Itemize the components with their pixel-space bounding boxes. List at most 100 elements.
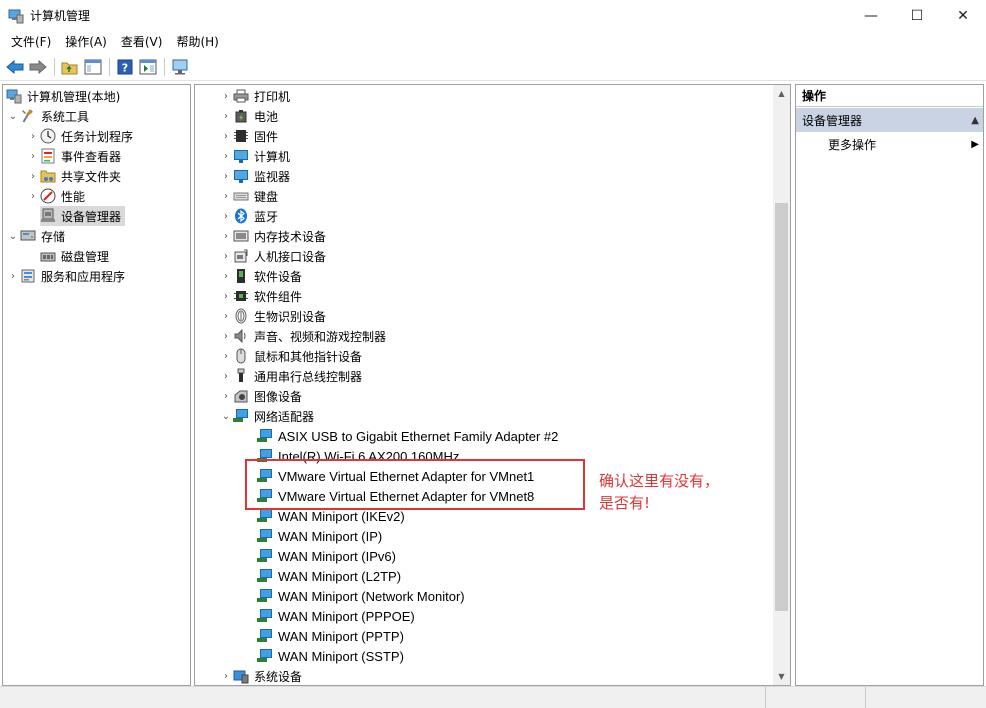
- computer-icon: [233, 148, 249, 164]
- tools-icon: [20, 108, 36, 124]
- device-category-firmware[interactable]: › 固件: [219, 126, 278, 146]
- menu-view[interactable]: 查看(V): [114, 31, 170, 54]
- software-component-icon: [233, 288, 249, 304]
- chevron-right-icon[interactable]: ›: [219, 246, 233, 266]
- chevron-right-icon[interactable]: ›: [26, 146, 40, 166]
- device-category-mouse[interactable]: › 鼠标和其他指针设备: [219, 346, 362, 366]
- device-category-computer[interactable]: › 计算机: [219, 146, 290, 166]
- show-hide-tree-icon[interactable]: [82, 56, 104, 78]
- chevron-right-icon[interactable]: ›: [219, 166, 233, 186]
- shared-folder-icon: [40, 168, 56, 184]
- tree-item-storage[interactable]: ⌄ 存储: [6, 226, 65, 246]
- show-hide-action-pane-icon[interactable]: [137, 56, 159, 78]
- tree-item-device-manager-selection[interactable]: 设备管理器: [40, 206, 126, 226]
- close-button[interactable]: ✕: [940, 0, 986, 31]
- hid-icon: [233, 248, 249, 264]
- more-actions-item[interactable]: 更多操作 ▶: [796, 132, 983, 156]
- menu-file[interactable]: 文件(F): [4, 31, 58, 54]
- network-adapter-icon: [257, 608, 273, 624]
- scrollbar-thumb[interactable]: [775, 203, 788, 611]
- toolbar-separator: [109, 58, 110, 76]
- tree-item-performance[interactable]: › 性能: [26, 186, 85, 206]
- chevron-down-icon[interactable]: ⌄: [219, 406, 233, 426]
- chevron-right-icon[interactable]: ›: [26, 166, 40, 186]
- disk-management-icon: [40, 248, 56, 264]
- chevron-right-icon[interactable]: ›: [219, 346, 233, 366]
- network-adapter-wan-ipv6[interactable]: WAN Miniport (IPv6): [257, 546, 396, 566]
- network-adapter-wan-sstp[interactable]: WAN Miniport (SSTP): [257, 646, 404, 666]
- network-adapter-icon: [257, 548, 273, 564]
- device-category-system-devices[interactable]: › 系统设备: [219, 666, 302, 685]
- actions-section-device-manager[interactable]: 设备管理器 ▲: [796, 108, 983, 132]
- chevron-down-icon[interactable]: ⌄: [6, 106, 20, 126]
- chevron-down-icon[interactable]: ⌄: [6, 226, 20, 246]
- chevron-right-icon[interactable]: ›: [26, 126, 40, 146]
- scroll-down-arrow-icon[interactable]: ▼: [773, 668, 790, 685]
- help-icon[interactable]: ?: [114, 56, 136, 78]
- chevron-right-icon[interactable]: ›: [219, 126, 233, 146]
- minimize-button[interactable]: —: [848, 0, 894, 31]
- chevron-right-icon[interactable]: ›: [219, 266, 233, 286]
- chevron-right-icon[interactable]: ›: [26, 186, 40, 206]
- device-category-keyboard[interactable]: › 键盘: [219, 186, 278, 206]
- chevron-right-icon[interactable]: ›: [6, 266, 20, 286]
- network-adapter-wan-ip[interactable]: WAN Miniport (IP): [257, 526, 382, 546]
- device-category-battery[interactable]: › 电池: [219, 106, 278, 126]
- submenu-arrow-icon: ▶: [971, 138, 979, 150]
- device-category-usb[interactable]: › 通用串行总线控制器: [219, 366, 362, 386]
- chevron-right-icon[interactable]: ›: [219, 226, 233, 246]
- menu-action[interactable]: 操作(A): [58, 31, 114, 54]
- chevron-right-icon[interactable]: ›: [219, 186, 233, 206]
- tree-item-event-viewer[interactable]: › 事件查看器: [26, 146, 121, 166]
- memory-card-icon: [233, 228, 249, 244]
- network-adapter-wan-network-monitor[interactable]: WAN Miniport (Network Monitor): [257, 586, 465, 606]
- back-arrow-icon[interactable]: [4, 56, 26, 78]
- chevron-right-icon[interactable]: ›: [219, 366, 233, 386]
- device-category-software-devices[interactable]: › 软件设备: [219, 266, 302, 286]
- chevron-right-icon[interactable]: ›: [219, 206, 233, 226]
- chevron-right-icon[interactable]: ›: [219, 666, 233, 685]
- device-category-hid[interactable]: › 人机接口设备: [219, 246, 326, 266]
- actions-header: 操作: [796, 85, 983, 107]
- device-category-imaging[interactable]: › 图像设备: [219, 386, 302, 406]
- chevron-right-icon[interactable]: ›: [219, 306, 233, 326]
- scroll-up-arrow-icon[interactable]: ▲: [773, 85, 790, 102]
- more-actions-label: 更多操作: [828, 137, 877, 152]
- tree-item-services-apps[interactable]: › 服务和应用程序: [6, 266, 125, 286]
- maximize-button[interactable]: ☐: [894, 0, 940, 31]
- chevron-right-icon[interactable]: ›: [219, 106, 233, 126]
- title-bar: 计算机管理 — ☐ ✕: [0, 0, 986, 31]
- tree-item-root[interactable]: 计算机管理(本地): [6, 86, 120, 106]
- chevron-right-icon[interactable]: ›: [219, 86, 233, 106]
- network-adapter-wan-pppoe[interactable]: WAN Miniport (PPPOE): [257, 606, 415, 626]
- up-folder-icon[interactable]: [59, 56, 81, 78]
- forward-arrow-icon[interactable]: [27, 56, 49, 78]
- tree-item-device-manager[interactable]: 设备管理器: [26, 206, 126, 226]
- chevron-right-icon[interactable]: ›: [219, 386, 233, 406]
- vertical-scrollbar[interactable]: ▲ ▼: [773, 85, 790, 685]
- device-category-memory-technology[interactable]: › 内存技术设备: [219, 226, 326, 246]
- device-category-bluetooth[interactable]: › 蓝牙: [219, 206, 278, 226]
- tree-item-system-tools[interactable]: ⌄ 系统工具: [6, 106, 89, 126]
- actions-section-label: 设备管理器: [802, 113, 863, 128]
- window-title: 计算机管理: [30, 9, 91, 23]
- chevron-right-icon[interactable]: ›: [219, 286, 233, 306]
- tree-item-task-scheduler[interactable]: › 任务计划程序: [26, 126, 133, 146]
- network-adapter-icon: [233, 408, 249, 424]
- monitor-icon[interactable]: [169, 56, 191, 78]
- device-category-printer[interactable]: › 打印机: [219, 86, 290, 106]
- device-category-software-components[interactable]: › 软件组件: [219, 286, 302, 306]
- tree-item-disk-management[interactable]: 磁盘管理: [26, 246, 109, 266]
- chevron-right-icon[interactable]: ›: [219, 146, 233, 166]
- network-adapter-wan-pptp[interactable]: WAN Miniport (PPTP): [257, 626, 404, 646]
- chevron-right-icon[interactable]: ›: [219, 326, 233, 346]
- device-category-network-adapters[interactable]: ⌄ 网络适配器: [219, 406, 314, 426]
- collapse-up-icon[interactable]: ▲: [971, 115, 979, 126]
- menu-help[interactable]: 帮助(H): [169, 31, 225, 54]
- network-adapter-asix[interactable]: ASIX USB to Gigabit Ethernet Family Adap…: [257, 426, 558, 446]
- tree-item-shared-folders[interactable]: › 共享文件夹: [26, 166, 121, 186]
- device-category-sound[interactable]: › 声音、视频和游戏控制器: [219, 326, 386, 346]
- device-category-biometric[interactable]: › 生物识别设备: [219, 306, 326, 326]
- network-adapter-wan-l2tp[interactable]: WAN Miniport (L2TP): [257, 566, 401, 586]
- device-category-monitor[interactable]: › 监视器: [219, 166, 290, 186]
